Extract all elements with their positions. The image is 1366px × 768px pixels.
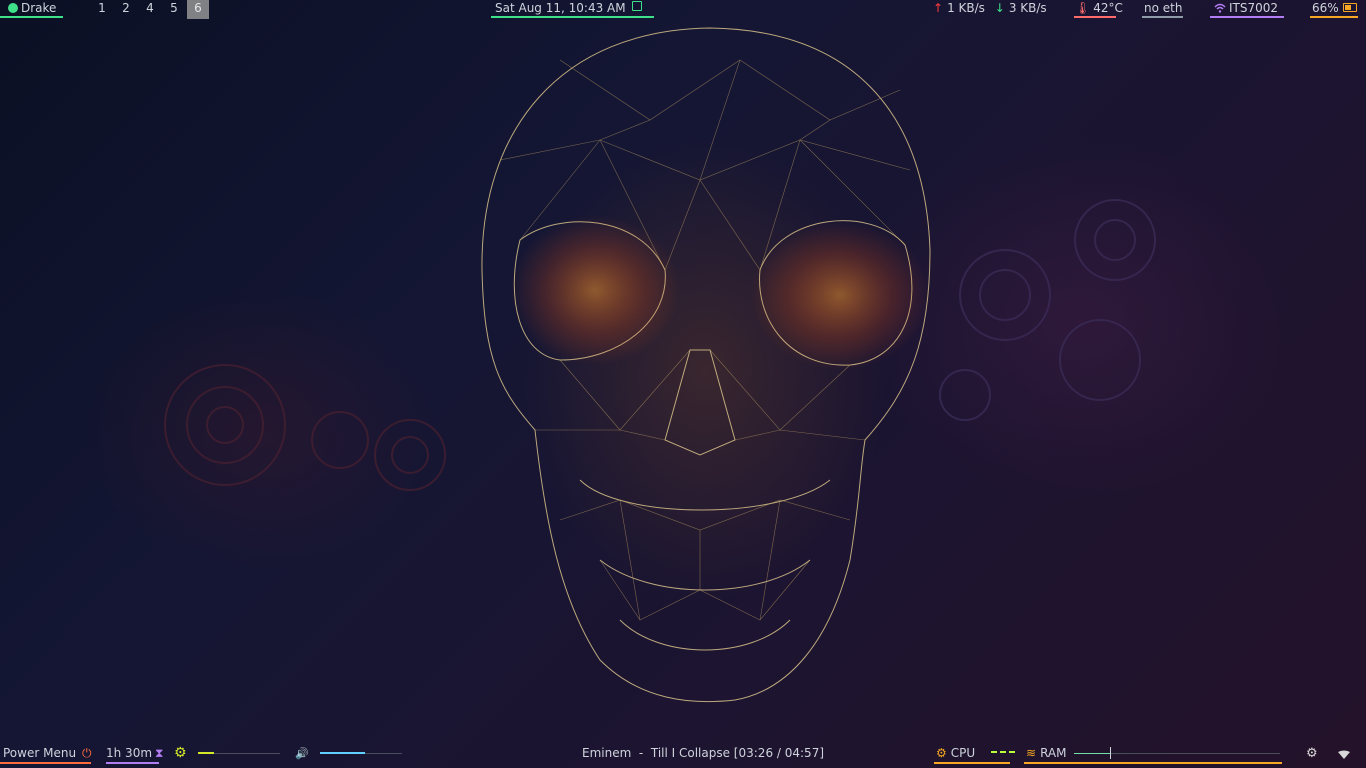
eye-glow-right (750, 220, 930, 370)
battery-icon (1342, 3, 1357, 12)
database-icon: ≋ (1026, 746, 1037, 760)
timer-text: 1h 30m (106, 746, 153, 760)
workspace-5[interactable]: 5 (163, 0, 185, 19)
clock-text: Sat Aug 11, 10:43 AM (495, 1, 626, 15)
workspace-2[interactable]: 2 (115, 0, 137, 19)
arrow-up-icon: ↑ (933, 1, 944, 15)
workspace-4[interactable]: 4 (139, 0, 161, 19)
rose-left (164, 364, 446, 491)
clock-module[interactable]: Sat Aug 11, 10:43 AM (491, 0, 654, 18)
volume-slider[interactable] (320, 744, 402, 762)
eye-glow-left (510, 215, 680, 365)
wifi-tray-icon[interactable] (1338, 750, 1350, 760)
hourglass-icon: ⧗ (155, 746, 164, 760)
workspace-6[interactable]: 6 (187, 0, 209, 19)
temperature-module: 🌡 42°C (1074, 0, 1123, 18)
rose-right (939, 199, 1156, 421)
top-bar: Drake 1 2 4 5 6 Sat Aug 11, 10:43 AM ↑ 1 … (0, 0, 1366, 20)
user-module[interactable]: Drake (0, 0, 63, 18)
now-playing-text: Eminem - Till I Collapse [03:26 / 04:57] (582, 746, 825, 760)
wallpaper-skull (164, 27, 1156, 703)
calendar-icon (631, 0, 642, 11)
user-icon (8, 2, 18, 13)
ram-module: ≋ RAM (1024, 744, 1282, 764)
power-menu-button[interactable]: Power Menu ⏻ (0, 744, 92, 764)
wifi-icon (1214, 3, 1226, 13)
settings-gear-icon[interactable]: ⚙ (1306, 746, 1318, 761)
volume-module: 🔊 (295, 744, 403, 764)
ethernet-text: no eth (1144, 1, 1183, 15)
volume-slider-fill (320, 752, 365, 754)
timer-module[interactable]: 1h 30m ⧗ (106, 744, 163, 764)
brightness-icon: ⚙ (174, 745, 187, 761)
cpu-label: CPU (950, 746, 976, 760)
brightness-slider-fill (198, 752, 214, 754)
cpu-icon: ⚙ (936, 746, 947, 760)
upload-speed: 1 KB/s (947, 1, 985, 15)
user-name: Drake (21, 1, 57, 15)
ram-graph (1074, 744, 1280, 762)
speaker-icon: 🔊 (295, 747, 309, 760)
net-speed-module: ↑ 1 KB/s ↓ 3 KB/s (933, 0, 1047, 18)
download-speed: 3 KB/s (1008, 1, 1047, 15)
ethernet-module: no eth (1142, 0, 1183, 18)
brightness-slider[interactable] (198, 744, 280, 762)
thermometer-icon: 🌡 (1075, 1, 1091, 15)
temperature-text: 42°C (1093, 1, 1123, 15)
now-playing[interactable]: Eminem - Till I Collapse [03:26 / 04:57] (582, 744, 824, 764)
bottom-bar: Power Menu ⏻ 1h 30m ⧗ ⚙ 🔊 Eminem - Till I … (0, 742, 1366, 768)
ram-label: RAM (1040, 746, 1067, 760)
workspace-1[interactable]: 1 (91, 0, 113, 19)
power-icon: ⏻ (82, 746, 92, 760)
cpu-graph (991, 750, 1015, 753)
arrow-down-icon: ↓ (994, 1, 1005, 15)
battery-module: 66% (1310, 0, 1358, 18)
battery-text: 66% (1312, 1, 1339, 15)
wifi-module[interactable]: ITS7002 (1210, 0, 1284, 18)
cpu-module: ⚙ CPU (934, 744, 1015, 764)
power-menu-label: Power Menu (3, 746, 77, 760)
wifi-ssid: ITS7002 (1229, 1, 1279, 15)
brightness-module: ⚙ (174, 744, 282, 764)
